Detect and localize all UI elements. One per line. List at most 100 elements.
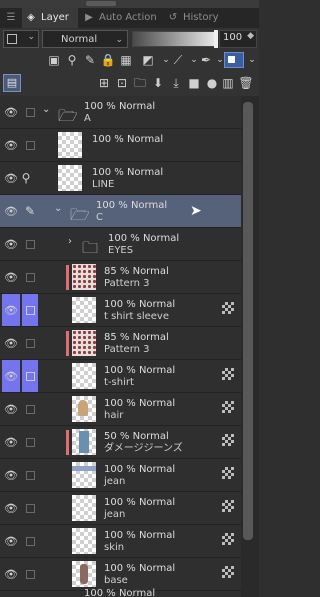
eye-icon[interactable]: 👁	[2, 294, 20, 326]
layer-mask-icon[interactable]	[222, 566, 234, 578]
fill-icon[interactable]: ■	[186, 75, 202, 91]
layer-row[interactable]: 👁 ⚲ 100 % Normal LINE	[0, 162, 241, 195]
opacity-slider[interactable]	[132, 30, 218, 48]
layer-mask-icon[interactable]	[222, 434, 234, 446]
layer-mask-icon[interactable]	[222, 533, 234, 545]
apply-mask-icon[interactable]: ▥	[220, 75, 236, 91]
layer-mask-icon[interactable]	[222, 368, 234, 380]
lock-toggle[interactable]	[22, 426, 38, 458]
reference-layer-icon[interactable]: ⚲	[64, 52, 80, 68]
layer-opacity-mode: 100 % Normal	[104, 563, 176, 574]
layer-row[interactable]: 👁 ⌄ 🗁 100 % Normal A	[0, 96, 241, 129]
eye-icon[interactable]: 👁	[2, 195, 20, 227]
eye-icon[interactable]: 👁	[2, 228, 20, 260]
clipping-indicator	[66, 265, 69, 290]
lock-toggle[interactable]: ⚲	[18, 162, 34, 194]
lock-toggle[interactable]	[22, 129, 38, 161]
new-vector-layer-icon[interactable]: ⊡	[114, 75, 130, 91]
lock-box	[25, 140, 35, 150]
horizontal-scroll-thumb[interactable]	[86, 1, 116, 6]
chevron-down-icon[interactable]: ⌄	[42, 104, 50, 115]
layer-row[interactable]: 👁 85 % Normal Pattern 3	[0, 327, 241, 360]
layer-row[interactable]: 👁 85 % Normal Pattern 3	[0, 261, 241, 294]
lock-toggle[interactable]	[22, 525, 38, 557]
transfer-down-icon[interactable]: ⬇	[150, 75, 166, 91]
layer-color-dropdown[interactable]: ⌄	[3, 30, 39, 48]
eye-icon[interactable]: 👁	[2, 96, 20, 128]
layer-mask-icon[interactable]	[222, 401, 234, 413]
layer-name: jean	[104, 509, 126, 520]
chevron-down-icon[interactable]: ⌄	[244, 52, 260, 68]
reference-layer-icon: ⚲	[21, 171, 31, 185]
trash-icon[interactable]: 🗑	[238, 75, 254, 91]
chevron-down-icon[interactable]: ⌄	[54, 203, 62, 214]
lock-toggle[interactable]	[22, 360, 38, 392]
lock-toggle[interactable]	[22, 96, 38, 128]
layer-mask-icon[interactable]	[222, 500, 234, 512]
jeans-thumbnail-shape	[79, 431, 89, 453]
draft-layer-icon[interactable]: ✎	[82, 52, 98, 68]
jean-thumbnail-shape	[72, 466, 96, 471]
layer-mask-icon[interactable]	[222, 467, 234, 479]
tab-auto-action[interactable]: ▶ Auto Action	[80, 8, 162, 28]
layer-row[interactable]: 👁 100 % Normal hair	[0, 393, 241, 426]
lock-icon[interactable]: 🔒	[100, 52, 116, 68]
new-raster-layer-icon[interactable]: ⊞	[96, 75, 112, 91]
eye-icon[interactable]: 👁	[2, 129, 20, 161]
layer-row[interactable]: 👁 › 🗀 100 % Normal EYES	[0, 228, 241, 261]
layer-list: 👁 ⌄ 🗁 100 % Normal A 👁 100 % Normal 👁 ⚲ …	[0, 96, 259, 597]
tab-layer[interactable]: ◈ Layer	[22, 8, 78, 28]
lock-toggle[interactable]	[22, 294, 38, 326]
mask-enable-icon[interactable]: ◩	[140, 52, 156, 68]
eye-icon[interactable]: 👁	[2, 459, 20, 491]
panel-menu-icon[interactable]: ☰	[2, 8, 20, 28]
eye-icon[interactable]: 👁	[2, 360, 20, 392]
layer-row[interactable]: 👁 100 % Normal base	[0, 558, 241, 591]
lock-box	[25, 503, 35, 513]
merge-down-icon[interactable]: ⤓	[168, 75, 184, 91]
pen-icon: ✎	[24, 204, 36, 218]
lock-toggle[interactable]	[22, 393, 38, 425]
layer-row[interactable]: 👁 50 % Normal ダメージジーンズ	[0, 426, 241, 459]
chevron-right-icon[interactable]: ›	[68, 236, 72, 247]
layer-mask-icon[interactable]	[222, 302, 234, 314]
lock-toggle[interactable]: ✎	[22, 195, 38, 227]
eye-icon[interactable]: 👁	[2, 261, 20, 293]
eye-icon[interactable]: 👁	[2, 393, 20, 425]
layer-thumbnail	[58, 165, 82, 191]
layer-row[interactable]: 👁 100 % Normal	[0, 129, 241, 162]
lock-toggle[interactable]	[22, 261, 38, 293]
layer-name: ダメージジーンズ	[104, 443, 183, 454]
opacity-field[interactable]: 100 ◆	[219, 30, 257, 48]
layer-list-view-icon[interactable]: ▤	[3, 74, 21, 92]
clipping-icon[interactable]: ▣	[46, 52, 62, 68]
opacity-slider-handle[interactable]	[214, 30, 218, 48]
ruler-icon[interactable]: ⟋	[170, 52, 186, 68]
layer-row[interactable]: 👁 100 % Normal t shirt sleeve	[0, 294, 241, 327]
new-folder-icon[interactable]: 🗀	[132, 75, 148, 91]
blend-mode-dropdown[interactable]: Normal ⌄	[42, 30, 128, 48]
layer-row[interactable]: 100 % Normal	[0, 588, 241, 597]
eye-icon[interactable]: 👁	[2, 426, 20, 458]
lock-toggle[interactable]	[22, 558, 38, 590]
layer-row[interactable]: 👁 100 % Normal jean	[0, 492, 241, 525]
lock-toggle[interactable]	[22, 492, 38, 524]
layer-row[interactable]: 👁 100 % Normal jean	[0, 459, 241, 492]
layer-color-icon[interactable]	[224, 52, 244, 68]
layer-row[interactable]: 👁 100 % Normal t-shirt	[0, 360, 241, 393]
eye-icon[interactable]: 👁	[2, 327, 20, 359]
lock-toggle[interactable]	[22, 459, 38, 491]
tab-history[interactable]: ↺ History	[164, 8, 234, 28]
lock-toggle[interactable]	[22, 327, 38, 359]
eye-icon[interactable]: 👁	[2, 525, 20, 557]
eye-icon[interactable]	[2, 591, 20, 597]
eye-icon[interactable]: 👁	[2, 558, 20, 590]
layer-thumbnail	[72, 264, 96, 290]
lock-transparent-icon[interactable]: ▦	[118, 52, 134, 68]
lock-toggle[interactable]	[22, 228, 38, 260]
layer-list-scroll-thumb[interactable]	[243, 102, 253, 540]
layer-row[interactable]: 👁 100 % Normal skin	[0, 525, 241, 558]
mask-icon[interactable]: ●	[204, 75, 220, 91]
eye-icon[interactable]: 👁	[2, 492, 20, 524]
layer-row[interactable]: 👁 ✎ ⌄ 🗁 100 % Normal C ➤	[0, 195, 241, 228]
